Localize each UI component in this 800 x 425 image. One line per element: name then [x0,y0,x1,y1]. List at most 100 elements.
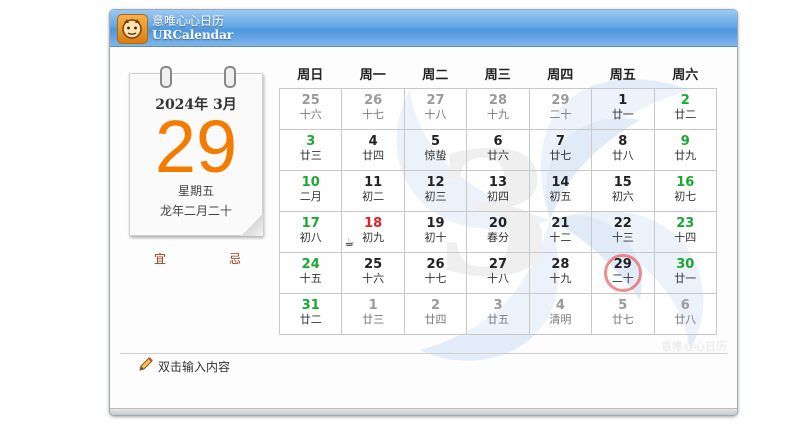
lunar-date: 二十 [549,108,572,121]
calendar-day-cell[interactable]: 23 十四 [653,211,718,253]
calendar-day-cell[interactable]: 5 惊蛰 [403,129,468,171]
calendar-day-cell[interactable]: 3 廿三 [278,129,343,171]
calendar-day-cell[interactable]: 7 廿七 [528,129,593,171]
calendar-day-cell[interactable]: 6 廿八 [653,293,718,335]
lunar-date: 十二 [549,231,572,244]
day-number: 28 [488,93,508,108]
calendar-day-cell[interactable]: 21 十二 [528,211,593,253]
day-number: 25 [364,257,383,272]
day-number: 3 [306,134,316,149]
calendar-day-cell[interactable]: 29 二十 [528,88,593,130]
day-number: 23 [676,216,695,231]
calendar-day-cell[interactable]: 17 初八 [278,211,343,253]
auspicious-ji-label[interactable]: 忌 [229,250,241,267]
calendar-day-cell[interactable]: 30 廿一 [653,252,718,294]
calendar-day-cell[interactable]: 13 初四 [466,170,530,212]
calendar-day-cell[interactable]: 4 廿四 [341,129,405,171]
calendar-day-cell[interactable]: 5 廿七 [591,293,655,335]
calendar-day-cell[interactable]: 10 二月 [278,170,343,212]
binder-ring-icon [224,66,236,88]
calendar-day-cell[interactable]: 26 十七 [403,252,468,294]
calendar-day-cell[interactable]: 6 廿六 [466,129,530,171]
day-number: 17 [301,216,320,231]
day-number: 15 [613,175,632,190]
lunar-date: 清明 [549,313,572,326]
day-number: 5 [618,298,628,313]
day-number: 7 [555,134,565,149]
lunar-date: 初十 [424,231,447,244]
lunar-date: 初三 [424,190,447,203]
calendar-day-cell[interactable]: 28 十九 [466,88,530,130]
lunar-date: 初七 [674,190,697,203]
watermark-text: 意唯心心日历 [661,340,727,353]
calendar-day-cell[interactable]: 27 十八 [466,252,530,294]
lunar-date: 廿四 [424,313,447,326]
lunar-date: 十九 [486,108,509,121]
auspicious-yi-label[interactable]: 宜 [154,250,166,267]
lunar-date: 廿二 [674,108,697,121]
day-number: 14 [551,175,570,190]
calendar-day-cell[interactable]: 16 初七 [653,170,718,212]
day-number: 22 [613,216,632,231]
calendar-day-cell[interactable]: 31 廿二 [278,293,343,335]
calendar-day-cell[interactable]: 27 十八 [403,88,468,130]
calendar-day-cell[interactable]: 11 初二 [341,170,405,212]
day-number: 26 [426,257,445,272]
calendar-day-cell[interactable]: 9 廿九 [653,129,718,171]
lunar-date: 廿三 [362,313,385,326]
day-number: 8 [618,134,628,149]
weekday-label: 周五 [609,68,636,83]
calendar-day-cell[interactable]: 1 廿三 [341,293,405,335]
calendar-day-cell[interactable]: 18 初九 ☕ [341,211,405,253]
day-number: 2 [680,93,690,108]
lunar-date: 廿四 [362,149,385,162]
calendar-day-cell[interactable]: 1 廿一 [591,88,655,130]
day-number: 13 [488,175,508,190]
app-logo-icon [117,14,148,44]
calendar-day-cell[interactable]: 8 廿八 [591,129,655,171]
day-number: 26 [364,93,383,108]
calendar-day-cell[interactable]: 25 十六 [278,88,343,130]
day-number: 29 [551,93,570,108]
calendar-day-cell-today[interactable]: 29 二十 [591,252,655,294]
calendar-day-cell[interactable]: 3 廿五 [466,293,530,335]
lunar-date: 廿一 [611,108,634,121]
app-title-chinese: 意唯心心日历 [152,14,225,28]
day-number: 20 [488,216,508,231]
lunar-date: 十六 [362,272,385,285]
lunar-date: 十七 [424,272,447,285]
lunar-date: 初六 [611,190,634,203]
calendar-day-cell[interactable]: 28 十九 [528,252,593,294]
day-number: 27 [488,257,508,272]
lunar-date: 春分 [486,231,509,244]
calendar-day-cell[interactable]: 25 十六 [341,252,405,294]
calendar-day-cell[interactable]: 12 初三 [403,170,468,212]
lunar-date: 十四 [674,231,697,244]
app-title-english: URCalendar [152,28,234,42]
day-number: 31 [301,298,320,313]
note-input-prompt[interactable]: 双击输入内容 [158,358,230,375]
day-number: 28 [551,257,570,272]
calendar-day-cell[interactable]: 22 十三 [591,211,655,253]
calendar-day-cell[interactable]: 19 初十 [403,211,468,253]
calendar-day-cell[interactable]: 15 初六 [591,170,655,212]
calendar-day-cell[interactable]: 2 廿二 [653,88,718,130]
lunar-date: 初二 [362,190,385,203]
calendar-day-cell[interactable]: 14 初五 [528,170,593,212]
lunar-date: 廿一 [674,272,697,285]
calendar-day-cell[interactable]: 2 廿四 [403,293,468,335]
title-bar[interactable]: 意唯心心日历 URCalendar [110,10,737,47]
calendar-day-cell[interactable]: 20 春分 [466,211,530,253]
day-number: 27 [426,93,445,108]
day-number: 30 [676,257,695,272]
calendar-day-cell[interactable]: 4 清明 [528,293,593,335]
day-number: 19 [426,216,445,231]
day-number: 4 [368,134,378,149]
calendar-day-cell[interactable]: 24 十五 [278,252,343,294]
day-number: 6 [680,298,690,313]
coffee-cup-icon[interactable]: ☕ [344,236,354,249]
lunar-date: 廿八 [674,313,697,326]
weekday-label: 周一 [359,68,386,83]
calendar-day-cell[interactable]: 26 十七 [341,88,405,130]
day-number: 5 [431,134,441,149]
